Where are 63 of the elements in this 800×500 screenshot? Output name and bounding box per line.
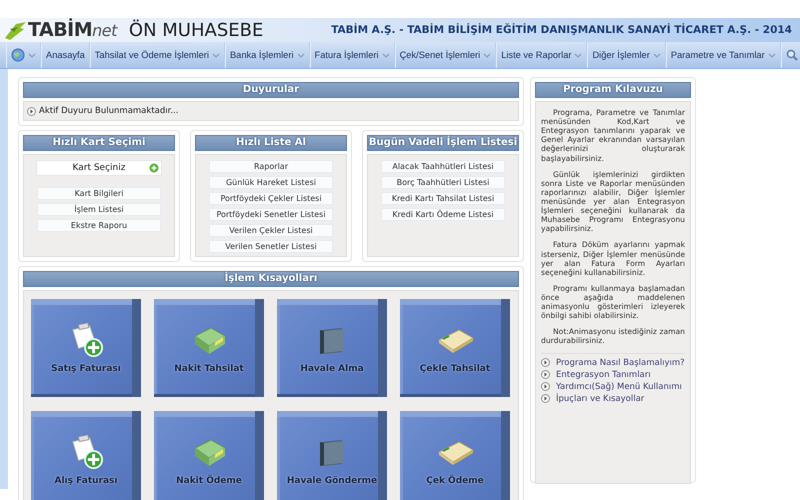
caret-icon [28,52,36,58]
caret-icon [652,52,661,58]
panel-title: Bugün Vadeli İşlem Listesi [367,135,519,151]
list-button[interactable]: Borç Taahhütleri Listesi [381,176,505,189]
shortcut-tile[interactable]: Havale Alma [277,299,387,397]
play-circle-icon [27,106,36,116]
play-circle-icon [541,394,550,404]
list-button[interactable]: Kredi Kartı Tahsilat Listesi [381,192,505,205]
menu-item[interactable]: Çek/Senet İşlemleri [394,42,496,68]
panel-title: Hızlı Liste Al [195,135,347,151]
globe-icon [11,48,25,62]
list-button[interactable]: Verilen Senetler Listesi [209,240,333,253]
caret-icon [296,52,305,58]
card-select-field[interactable]: Kart Seçiniz [36,160,162,176]
list-button[interactable]: Kredi Kartı Ödeme Listesi [381,208,505,221]
company-title: TABİM A.Ş. - TABİM BİLİŞİM EĞİTİM DANIŞMANLIK SANAYİ TİCARET A.Ş. - 2014 [331,24,792,36]
menu-item[interactable]: Fatura İşlemleri [310,42,395,68]
shortcut-tile[interactable]: Nakit Ödeme [154,411,264,500]
menu-item[interactable]: Parametre ve Tanımlar [666,42,781,68]
play-circle-icon [541,358,550,368]
list-button[interactable]: Raporlar [209,160,333,173]
list-button[interactable]: Portföydeki Senetler Listesi [209,208,333,221]
play-circle-icon [541,370,550,380]
globe-menu-button[interactable] [6,42,41,68]
panel-title: Hızlı Kart Seçimi [23,135,175,151]
shortcut-tile[interactable]: Çek Ödeme [400,411,510,500]
list-button[interactable]: Günlük Hareket Listesi [209,176,333,189]
list-button[interactable]: İşlem Listesi [37,203,161,216]
search-button[interactable] [780,42,800,68]
search-icon [786,49,798,61]
list-button[interactable]: Portföydeki Çekler Listesi [209,192,333,205]
guide-link[interactable]: Yardımcı(Sağ) Menü Kullanımı [556,382,682,392]
menu-item[interactable]: Anasayfa [41,42,90,68]
star-logo-icon [4,20,26,40]
list-button[interactable]: Verilen Çekler Listesi [209,224,333,237]
guide-link[interactable]: Entegrasyon Tanımları [556,370,651,380]
shortcut-tile[interactable]: Çekle Tahsilat [400,299,510,397]
caret-icon [574,52,582,58]
menu-item[interactable]: Tahsilat ve Ödeme İşlemleri [90,42,225,68]
shortcut-tile[interactable]: Satış Faturası [31,299,141,397]
caret-icon [768,52,776,58]
panel-title: İşlem Kısayolları [23,271,519,287]
menu-item[interactable]: Banka İşlemleri [224,42,310,68]
list-button[interactable]: Ekstre Raporu [37,219,161,232]
shortcut-tile[interactable]: Alış Faturası [31,411,141,500]
guide-link[interactable]: Programa Nasıl Başlamalıyım? [556,358,685,368]
menu-item[interactable]: Diğer İşlemler [587,42,666,68]
play-circle-icon [541,382,550,392]
panel-title: Duyurular [23,82,519,98]
menu-item[interactable]: Liste ve Raporlar [496,42,588,68]
app-title: ÖN MUHASEBE [128,20,264,40]
list-button[interactable]: Kart Bilgileri [37,187,161,200]
panel-title: Program Kılavuzu [535,82,691,98]
caret-icon [382,52,390,58]
caret-icon [212,52,220,58]
announcement-text: Aktif Duyuru Bulunmamaktadır... [39,106,178,116]
shortcut-tile[interactable]: Nakit Tahsilat [154,299,264,397]
logo-wordmark: TABİMnet [28,19,117,41]
shortcut-tile[interactable]: Havale Gönderme [277,411,387,500]
list-button[interactable]: Alacak Taahhütleri Listesi [381,160,505,173]
plus-icon [149,163,159,173]
guide-link[interactable]: İpuçları ve Kısayollar [556,394,644,404]
caret-icon [483,52,492,58]
